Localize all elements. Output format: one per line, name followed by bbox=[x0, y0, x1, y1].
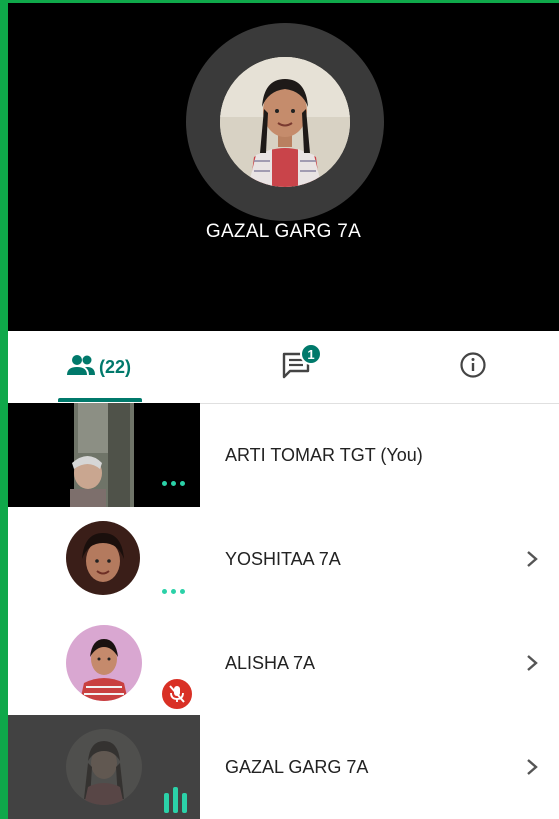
participant-avatar-tile bbox=[8, 611, 200, 715]
tab-info[interactable] bbox=[453, 331, 493, 403]
speaker-avatar-ring bbox=[186, 23, 384, 221]
participant-name: GAZAL GARG 7A bbox=[225, 756, 369, 777]
participant-name: ALISHA 7A bbox=[225, 652, 316, 673]
meet-frame: GAZAL GARG 7A (22) 1 ARTI TOMAR TGT (You… bbox=[8, 3, 559, 819]
active-tab-indicator bbox=[58, 398, 142, 402]
more-options-icon[interactable] bbox=[162, 589, 185, 594]
chevron-right-icon[interactable] bbox=[525, 611, 539, 715]
people-icon bbox=[66, 354, 95, 381]
participant-row[interactable]: YOSHITAA 7A bbox=[8, 507, 559, 611]
chat-unread-badge: 1 bbox=[300, 343, 322, 365]
participant-avatar bbox=[66, 729, 142, 805]
speaker-avatar bbox=[220, 57, 350, 187]
speaking-indicator-icon bbox=[164, 787, 187, 813]
main-stage[interactable]: GAZAL GARG 7A bbox=[8, 3, 559, 331]
tab-bar: (22) 1 bbox=[8, 331, 559, 404]
chevron-right-icon[interactable] bbox=[525, 715, 539, 819]
participant-row[interactable]: GAZAL GARG 7A bbox=[8, 715, 559, 819]
speaker-name: GAZAL GARG 7A bbox=[205, 221, 362, 242]
people-count: (22) bbox=[98, 356, 131, 377]
participant-video-thumbnail bbox=[8, 403, 200, 507]
participant-list: ARTI TOMAR TGT (You) YOSHITAA 7A ALISHA … bbox=[8, 403, 559, 819]
more-options-icon[interactable] bbox=[162, 481, 185, 486]
participant-avatar bbox=[66, 625, 142, 701]
participant-name: ARTI TOMAR TGT (You) bbox=[225, 444, 423, 465]
participant-name: YOSHITAA 7A bbox=[225, 548, 341, 569]
chevron-right-icon[interactable] bbox=[525, 507, 539, 611]
participant-avatar-tile bbox=[8, 507, 200, 611]
participant-row[interactable]: ARTI TOMAR TGT (You) bbox=[8, 403, 559, 507]
mic-off-icon bbox=[160, 677, 194, 711]
info-icon bbox=[459, 351, 487, 384]
participant-row[interactable]: ALISHA 7A bbox=[8, 611, 559, 715]
participant-avatar-tile bbox=[8, 715, 200, 819]
tab-chat[interactable] bbox=[266, 331, 326, 403]
tab-people[interactable]: (22) bbox=[58, 331, 140, 403]
participant-avatar bbox=[66, 521, 140, 595]
